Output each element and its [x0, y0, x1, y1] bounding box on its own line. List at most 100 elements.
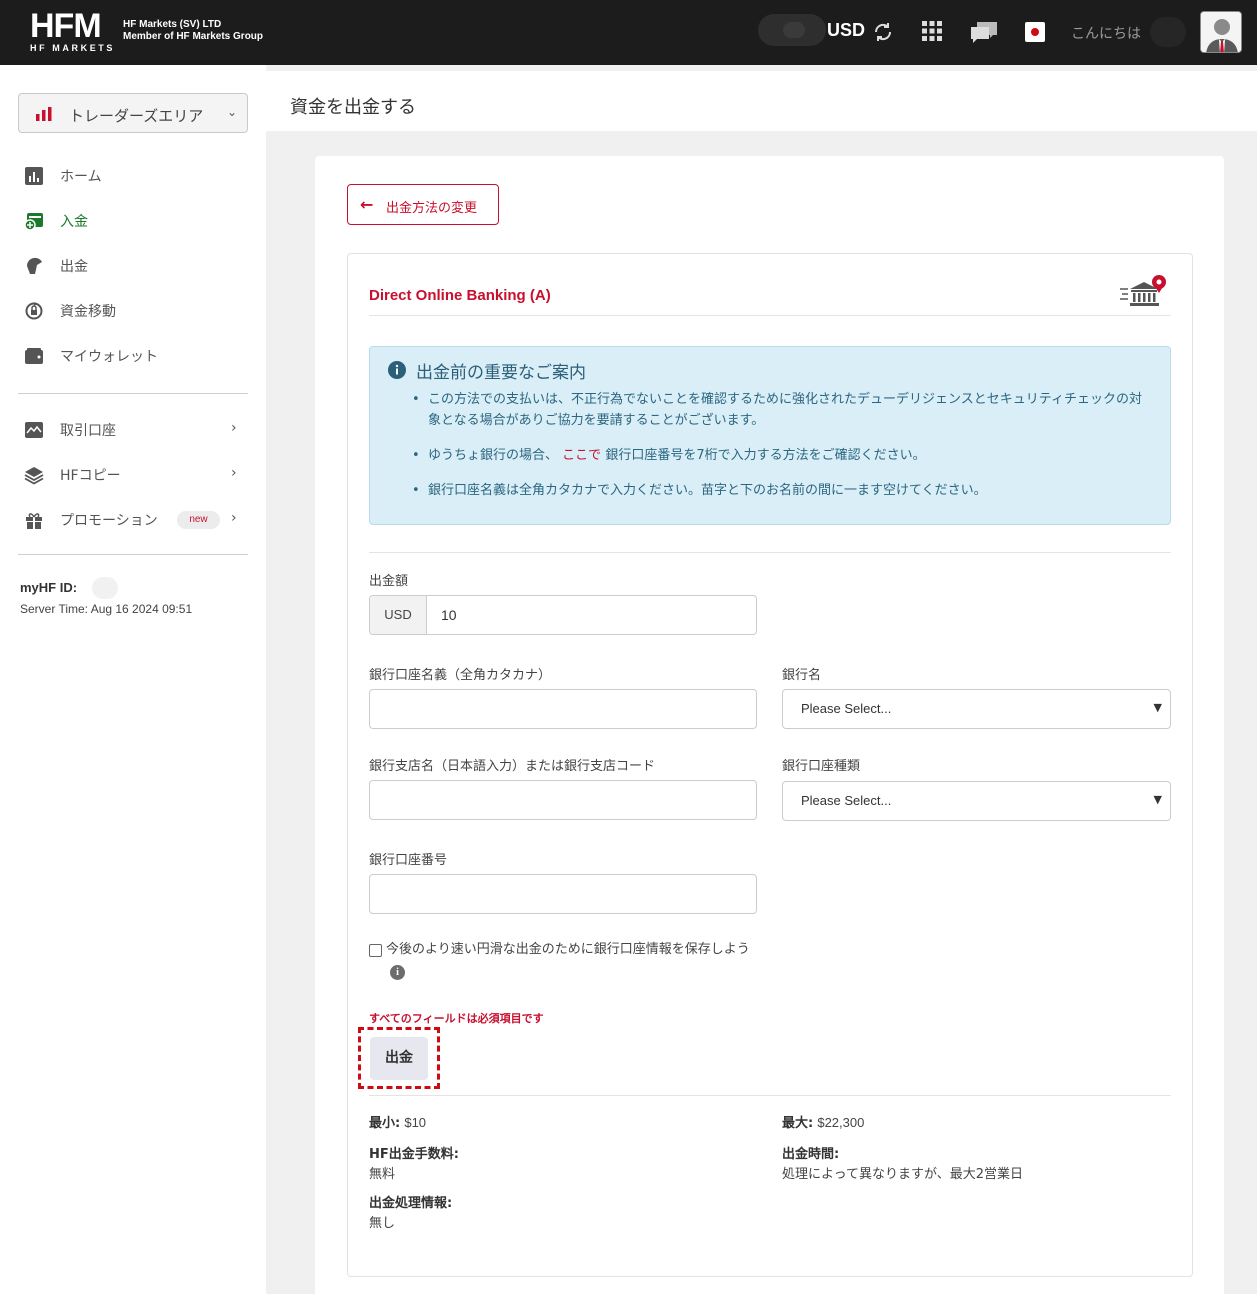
account-type-select[interactable]: Please Select... ▼ [782, 781, 1171, 821]
sidebar-item-label: HFコピー [60, 468, 121, 484]
sidebar-item-label: プロモーション [60, 513, 158, 529]
sidebar-item-trading-accounts[interactable]: 取引口座 › [24, 418, 244, 442]
bank-icon [1119, 275, 1169, 313]
account-name-input[interactable] [369, 689, 757, 729]
company-line-2: Member of HF Markets Group [123, 31, 264, 42]
min-limit: 最小: $10 [369, 1112, 426, 1131]
sidebar-item-withdraw[interactable]: 出金 [24, 254, 244, 278]
logo-subtext: HF MARKETS [30, 43, 115, 53]
sidebar-item-hf-copy[interactable]: HFコピー › [24, 463, 244, 487]
max-limit: 最大: $22,300 [782, 1112, 864, 1131]
page-title: 資金を出金する [290, 97, 416, 118]
limits-divider [369, 1095, 1171, 1096]
account-toggle[interactable] [758, 14, 826, 46]
account-number-label: 銀行口座番号 [369, 853, 448, 868]
bank-name-selected: Please Select... [801, 701, 892, 716]
save-bank-info-text: 今後のより速い円滑な出金のために銀行口座情報を保存しよう [386, 942, 750, 957]
amount-label: 出金額 [369, 574, 409, 589]
min-value: $10 [404, 1115, 427, 1130]
save-bank-info-checkbox[interactable] [369, 944, 382, 957]
user-avatar[interactable] [1200, 11, 1242, 53]
account-name-label: 銀行口座名義（全角カタカナ） [369, 668, 552, 683]
currency-label[interactable]: USD [827, 20, 865, 41]
fee-label-text: HF出金手数料: [369, 1147, 459, 1162]
chevron-down-icon: ▼ [1153, 793, 1162, 806]
hfm-logo[interactable]: HFM HF MARKETS [30, 7, 115, 53]
processing-info-value: 無し [369, 1216, 396, 1231]
fee-value: 無料 [369, 1167, 396, 1182]
server-time: Server Time: Aug 16 2024 09:51 [20, 602, 193, 616]
greeting-text: こんにちは [1071, 26, 1141, 42]
chevron-down-icon: ▼ [1153, 701, 1162, 714]
top-bar: HFM HF MARKETS HF Markets (SV) LTD Membe… [0, 0, 1257, 65]
important-notice: 出金前の重要なご案内 この方法での支払いは、不正行為でないことを確認するために強… [369, 346, 1171, 525]
sidebar-item-label: 入金 [60, 214, 88, 230]
myhf-id-label: myHF ID: [20, 580, 78, 595]
bar-chart-icon [36, 107, 52, 121]
refresh-icon[interactable] [872, 21, 894, 47]
fee-label: HF出金手数料: [369, 1143, 459, 1162]
new-badge: new [177, 511, 220, 529]
arrow-left-icon: ← [360, 195, 374, 214]
save-bank-info-label: 今後のより速い円滑な出金のために銀行口座情報を保存しよう i [386, 940, 766, 980]
method-title: Direct Online Banking (A) [369, 287, 551, 304]
max-value: $22,300 [817, 1115, 865, 1130]
processing-info-label: 出金処理情報: [369, 1192, 452, 1211]
deposit-icon [24, 213, 43, 231]
sidebar-divider [18, 554, 248, 555]
sidebar-item-promotions[interactable]: プロモーション new › [24, 508, 244, 532]
amount-input[interactable]: USD 10 [369, 595, 757, 635]
bank-name-label: 銀行名 [782, 668, 822, 683]
sidebar-item-label: 取引口座 [60, 423, 116, 439]
amount-currency: USD [370, 596, 427, 634]
sidebar-divider [18, 393, 248, 394]
account-type-label: 銀行口座種類 [782, 759, 861, 774]
notice-divider [369, 552, 1171, 553]
change-method-button[interactable]: ← 出金方法の変更 [347, 184, 499, 225]
processing-info-label-text: 出金処理情報: [369, 1196, 453, 1211]
notice-item: 銀行口座名義は全角カタカナで入力ください。苗字と下のお名前の間に一ます空けてくだ… [408, 480, 1153, 501]
notice-item-text: ゆうちょ銀行の場合、 [428, 448, 559, 463]
company-info: HF Markets (SV) LTD Member of HF Markets… [123, 19, 263, 43]
myhf-id-blurred [92, 577, 118, 599]
min-label: 最小: [369, 1116, 401, 1131]
chat-icon[interactable] [969, 20, 999, 48]
time-label-text: 出金時間: [782, 1147, 840, 1162]
sidebar-item-deposit[interactable]: 入金 [24, 209, 244, 233]
account-number-input[interactable] [369, 874, 757, 914]
account-type-selected: Please Select... [801, 793, 892, 808]
sidebar-item-label: マイウォレット [60, 349, 158, 365]
withdraw-submit-button[interactable]: 出金 [370, 1037, 428, 1080]
user-name-blurred [1150, 17, 1186, 47]
company-line-1: HF Markets (SV) LTD [123, 19, 222, 30]
sidebar-item-transfer[interactable]: 資金移動 [24, 299, 244, 323]
traders-area-dropdown[interactable]: トレーダーズエリア ⌄ [18, 93, 248, 133]
dashboard-icon [25, 167, 43, 185]
max-label: 最大: [782, 1116, 814, 1131]
info-icon[interactable]: i [390, 965, 405, 980]
sidebar: トレーダーズエリア ⌄ ホーム 入金 出金 資金移動 マイウォレット 取引口座 … [0, 65, 266, 1294]
required-fields-note: すべてのフィールドは必須項目です [369, 1012, 544, 1025]
sidebar-item-home[interactable]: ホーム [24, 164, 244, 188]
change-method-label: 出金方法の変更 [386, 201, 478, 216]
wallet-icon [25, 348, 43, 364]
notice-list: この方法での支払いは、不正行為でないことを確認するために強化されたデューデリジェ… [408, 389, 1153, 501]
notice-item: ゆうちょ銀行の場合、 ここで 銀行口座番号を7桁で入力する方法をご確認ください。 [408, 445, 1153, 480]
here-link[interactable]: ここで [562, 448, 601, 463]
branch-label: 銀行支店名（日本語入力）または銀行支店コード [369, 759, 656, 774]
notice-item: この方法での支払いは、不正行為でないことを確認するために強化されたデューデリジェ… [408, 389, 1153, 445]
chevron-right-icon: › [231, 420, 237, 436]
sidebar-item-wallet[interactable]: マイウォレット [24, 344, 244, 368]
logo-text: HFM [30, 7, 102, 45]
sidebar-item-label: 資金移動 [60, 304, 116, 320]
time-value: 処理によって異なりますが、最大2営業日 [782, 1167, 1023, 1182]
withdraw-icon [26, 257, 42, 274]
chevron-right-icon: › [231, 510, 237, 526]
notice-item-text: 銀行口座番号を7桁で入力する方法をご確認ください。 [605, 448, 926, 463]
branch-input[interactable] [369, 780, 757, 820]
time-label: 出金時間: [782, 1143, 839, 1162]
transfer-icon [25, 302, 43, 320]
apps-grid-icon[interactable] [922, 21, 942, 45]
japan-flag-icon[interactable] [1025, 22, 1045, 42]
bank-name-select[interactable]: Please Select... ▼ [782, 689, 1171, 729]
